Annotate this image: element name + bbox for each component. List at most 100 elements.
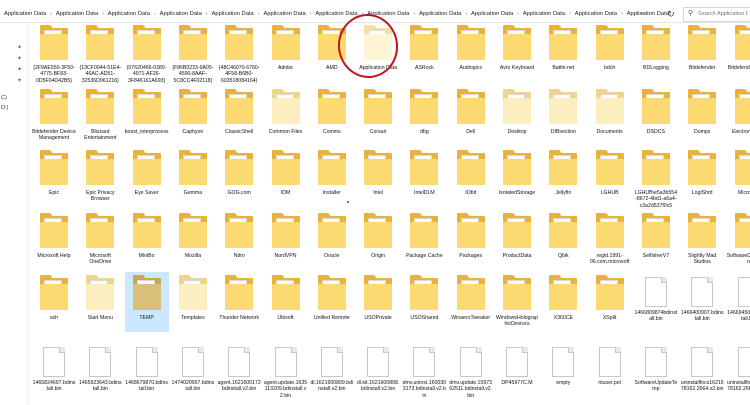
folder-item[interactable]: Blizzard Entertainment — [78, 86, 122, 142]
folder-item[interactable]: {F86B0233-9A05-4590-8AAF-5C8CC4F02118} — [171, 22, 215, 84]
folder-item[interactable]: IsolatedStorage — [495, 147, 539, 196]
refresh-icon[interactable]: ↻ — [664, 7, 678, 21]
breadcrumb-item[interactable]: Application Data — [2, 11, 48, 17]
folder-item[interactable]: Bitdefender Agent — [727, 22, 750, 71]
folder-item[interactable]: Eye Saver — [125, 147, 169, 196]
folder-item[interactable]: IntelDLM — [402, 147, 446, 196]
breadcrumb-item[interactable]: Application Data — [521, 11, 567, 17]
file-item[interactable]: ntuser.pol — [588, 342, 632, 386]
folder-item[interactable]: Package Cache — [402, 210, 446, 259]
folder-item[interactable]: Corsair — [356, 86, 400, 135]
breadcrumb[interactable]: Application Data › Application Data › Applic… — [2, 6, 671, 22]
breadcrumb-item[interactable]: Application Data — [54, 11, 100, 17]
folder-item[interactable]: Qbik — [541, 210, 585, 259]
folder-item[interactable]: Bitdefender Device Management — [32, 86, 76, 142]
folder-item[interactable]: WindowsHolographicDevices — [495, 272, 539, 328]
folder-item[interactable]: LGHUB — [588, 147, 632, 196]
folder-item[interactable]: LogiShrd — [680, 147, 724, 196]
folder-item[interactable]: BDLogging — [634, 22, 678, 71]
folder-item[interactable]: XSplit — [588, 272, 632, 321]
folder-item[interactable]: Start Menu — [78, 272, 122, 321]
file-item[interactable]: DP45977C.M — [495, 342, 539, 386]
folder-item[interactable]: GOG.com — [217, 147, 261, 196]
file-item[interactable]: empty — [541, 342, 585, 386]
folder-item[interactable]: TEMP — [124, 272, 169, 332]
search-box[interactable]: ⚲ — [683, 7, 750, 22]
folder-item[interactable]: Documents — [588, 86, 632, 135]
folder-item[interactable]: Installer — [310, 147, 354, 196]
folder-item[interactable]: {48C46070-6760-4F58-B6B0-603518084164} — [217, 22, 261, 84]
drive-label[interactable]: D:) — [1, 105, 8, 111]
folder-item[interactable]: DIBsection — [541, 86, 585, 135]
file-item[interactable]: 1465824697.bdinstall.bin — [32, 342, 76, 393]
breadcrumb-item[interactable]: Application Data — [106, 11, 152, 17]
folder-item[interactable]: Templates — [171, 272, 215, 321]
folder-item[interactable]: USOPrivate — [356, 272, 400, 321]
folder-item[interactable]: Epic Privacy Browser — [78, 147, 122, 203]
folder-item[interactable]: Unified Remote — [310, 272, 354, 321]
folder-item[interactable]: WinaeroTweaker — [449, 272, 493, 321]
pin-icon[interactable]: ✦ — [17, 44, 24, 52]
file-item[interactable]: 1465923643.bdinstall.bin — [78, 342, 122, 393]
folder-item[interactable]: Epic — [32, 147, 76, 196]
folder-item[interactable]: IDM — [264, 147, 308, 196]
folder-item[interactable]: Jellyfin — [541, 147, 585, 196]
folder-item[interactable]: Gemma — [171, 147, 215, 196]
folder-item[interactable]: SelfisherV7 — [634, 210, 678, 259]
file-item[interactable]: uninstallfocs1621678162.2664.v2.bin — [727, 342, 750, 393]
breadcrumb-item[interactable]: Application Data — [158, 11, 204, 17]
folder-item[interactable]: bdch — [588, 22, 632, 71]
file-item[interactable]: SoftwareUpdateTemp — [634, 342, 678, 393]
folder-item[interactable]: boost_interprocess — [125, 86, 169, 135]
folder-item[interactable]: Origin — [356, 210, 400, 259]
breadcrumb-item[interactable]: Application Data — [469, 11, 515, 17]
folder-item[interactable]: {2F9AE550-3F50-4775-BF83-0D5F04D42B5} — [32, 22, 76, 84]
folder-item[interactable]: IObit — [449, 147, 493, 196]
folder-item[interactable]: NordVPN — [264, 210, 308, 259]
folder-item[interactable]: Nitro — [217, 210, 261, 259]
folder-item[interactable]: Desktop — [495, 86, 539, 135]
file-item[interactable]: dl.1621600809.bdinstall.v2.bin — [310, 342, 354, 393]
folder-item[interactable]: Intel — [356, 147, 400, 196]
breadcrumb-item[interactable]: Application Data — [417, 11, 463, 17]
folder-item[interactable]: ProductData — [495, 210, 539, 259]
search-input[interactable] — [698, 9, 748, 19]
file-item[interactable]: dmv.update.1597362511.bdinstall.v2.bin — [449, 342, 493, 399]
pin-icon[interactable]: ✦ — [17, 55, 24, 63]
folder-item[interactable]: {13CF0044-51E4-46AC-AD51-32536D961216} — [78, 22, 122, 84]
folder-item[interactable]: ClassicShell — [217, 86, 261, 135]
folder-item[interactable]: dbg — [402, 86, 446, 135]
file-item[interactable]: 1474020997.bdinstall.bin — [171, 342, 215, 393]
folder-item[interactable]: {07620466-0380-4971-AF26-3F846161A693} — [125, 22, 169, 84]
breadcrumb-item[interactable]: Application Data — [261, 11, 307, 17]
folder-item[interactable]: DSDCS — [634, 86, 678, 135]
folder-item[interactable]: regid.1991-06.com.microsoft — [588, 210, 632, 266]
file-item[interactable]: 1466945047.bdinstall.bin — [727, 272, 750, 323]
folder-item[interactable]: Battle.net — [541, 22, 585, 71]
drive-label[interactable]: C) — [1, 95, 7, 101]
folder-item[interactable]: Dumps — [680, 86, 724, 135]
folder-item[interactable]: SoftwareDistribution — [727, 210, 750, 266]
file-item[interactable]: agent.1621600172bdinstall.v2.bin — [217, 342, 261, 393]
folder-item[interactable]: USOShared — [402, 272, 446, 321]
chevron-down-icon[interactable]: ⌄ — [637, 9, 647, 19]
folder-item[interactable]: Slightly Mad Studios — [680, 210, 724, 266]
folder-item[interactable]: Avro Keyboard — [495, 22, 539, 71]
breadcrumb-item[interactable]: Application Data — [210, 11, 256, 17]
folder-item[interactable]: LGHUB\e5a3b554-8672-4bd1-a6a4-c3a2d537f0… — [634, 147, 678, 209]
pin-icon[interactable]: ✦ — [17, 66, 24, 74]
file-item[interactable]: dl.kit.1621600808.bdinstall.v2.bin — [356, 342, 400, 393]
folder-item[interactable]: Audiogics — [449, 22, 493, 71]
folder-item[interactable]: Electronic Arts — [727, 86, 750, 135]
breadcrumb-item[interactable]: Application Data — [573, 11, 619, 17]
folder-item[interactable]: Microsoft OneDrive — [78, 210, 122, 266]
folder-item[interactable]: Microsoft — [727, 147, 750, 196]
folder-item[interactable]: Caphyon — [171, 86, 215, 135]
pin-icon[interactable]: ✦ — [17, 77, 24, 85]
folder-item[interactable]: Ubisoft — [264, 272, 308, 321]
folder-item[interactable]: Mozilla — [171, 210, 215, 259]
folder-item[interactable]: Adobe — [264, 22, 308, 71]
file-item[interactable]: 1466400907.bdinstall.bin — [680, 272, 724, 323]
folder-item[interactable]: Dell — [449, 86, 493, 135]
folder-item[interactable]: X360CE — [541, 272, 585, 321]
